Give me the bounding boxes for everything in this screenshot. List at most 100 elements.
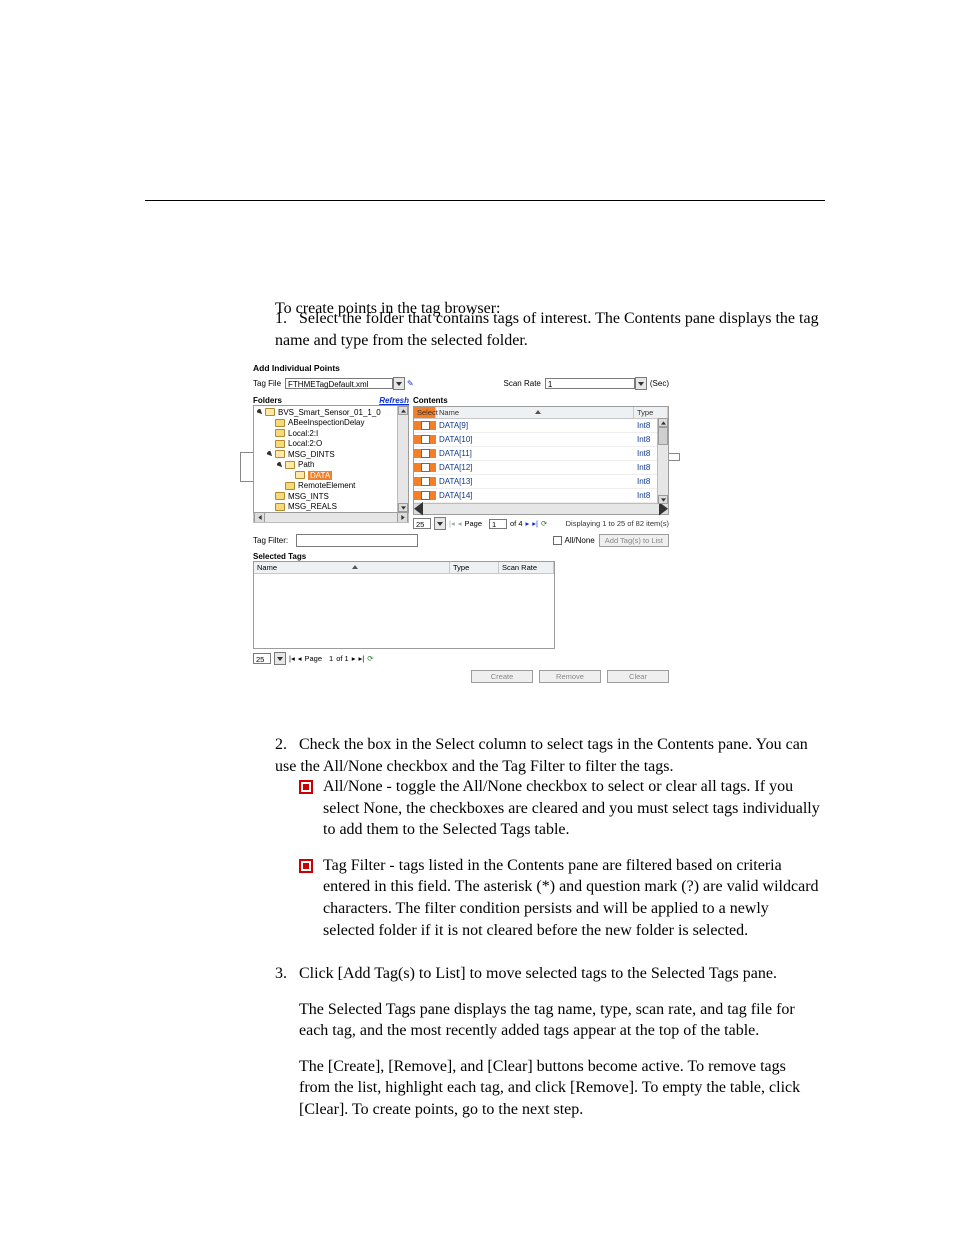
page-last-icon[interactable]: ▸| <box>358 654 364 663</box>
tree-node-label[interactable]: RemoteElement <box>298 481 355 490</box>
col-type[interactable]: Type <box>450 562 499 573</box>
dialog-title: Add Individual Points <box>253 363 669 373</box>
clear-button[interactable]: Clear <box>607 670 669 683</box>
page-first-icon[interactable]: |◂ <box>449 519 455 528</box>
folder-icon <box>275 492 285 500</box>
page-of: of 4 <box>510 519 523 528</box>
folder-icon <box>275 419 285 427</box>
add-tags-button[interactable]: Add Tag(s) to List <box>599 534 669 547</box>
expand-icon[interactable] <box>266 450 274 458</box>
allnone-checkbox[interactable] <box>553 536 562 545</box>
edit-tagfile-icon[interactable]: ✎ <box>407 379 414 388</box>
page-size-dropdown[interactable] <box>274 652 286 665</box>
grid-vscroll[interactable] <box>657 418 668 504</box>
tagfile-field[interactable]: FTHMETagDefault.xml <box>285 378 393 389</box>
table-row[interactable]: DATA[14]Int8 <box>414 489 668 503</box>
callout-left-bracket <box>240 452 254 482</box>
page-next-icon[interactable]: ▸ <box>352 654 356 663</box>
col-name[interactable]: Name <box>436 407 634 418</box>
step1-number: 1. <box>275 308 299 330</box>
table-row[interactable]: DATA[9]Int8 <box>414 419 668 433</box>
step2-text: Check the box in the Select column to se… <box>275 736 808 775</box>
scanrate-unit: (Sec) <box>650 379 669 388</box>
tree-hscroll[interactable] <box>253 513 409 523</box>
page-number-field[interactable]: 1 <box>329 654 333 663</box>
allnone-label: All/None <box>565 536 595 545</box>
bullet-icon <box>299 859 313 873</box>
tree-node-label[interactable]: MSG_DINTS <box>288 450 335 459</box>
tree-node-label[interactable]: Local:2:O <box>288 439 322 448</box>
scroll-down-icon[interactable] <box>398 503 408 512</box>
scroll-left-icon[interactable] <box>414 504 423 514</box>
col-name[interactable]: Name <box>254 562 450 573</box>
scroll-thumb[interactable] <box>658 427 668 445</box>
callout-right-bracket <box>669 453 680 461</box>
page-prev-icon[interactable]: ◂ <box>458 519 462 528</box>
folder-tree[interactable]: BVS_Smart_Sensor_01_1_0 ABeeInspectionDe… <box>253 405 409 513</box>
page-info: Displaying 1 to 25 of 82 item(s) <box>566 519 669 528</box>
grid-hscroll[interactable] <box>414 503 668 514</box>
refresh-icon[interactable]: ⟳ <box>541 519 547 528</box>
selected-tags-label: Selected Tags <box>253 552 669 561</box>
table-row[interactable]: DATA[13]Int8 <box>414 475 668 489</box>
scroll-up-icon[interactable] <box>658 418 668 427</box>
row-checkbox[interactable] <box>421 463 430 472</box>
tree-node-label[interactable]: ABeeInspectionDelay <box>288 418 365 427</box>
scanrate-field[interactable]: 1 <box>545 378 635 389</box>
col-select[interactable]: Select <box>414 407 436 418</box>
tree-node-label[interactable]: Path <box>298 460 314 469</box>
page-size-field[interactable]: 25 <box>413 518 431 529</box>
scroll-right-icon[interactable] <box>659 504 668 514</box>
refresh-icon[interactable]: ⟳ <box>367 654 373 663</box>
col-type[interactable]: Type <box>634 407 668 418</box>
scroll-right-icon[interactable] <box>397 513 408 522</box>
row-checkbox[interactable] <box>421 477 430 486</box>
tree-node-label[interactable]: MSG_INTS <box>288 492 329 501</box>
row-checkbox[interactable] <box>421 491 430 500</box>
col-scanrate[interactable]: Scan Rate <box>499 562 554 573</box>
page-number-field[interactable]: 1 <box>489 519 507 529</box>
row-checkbox[interactable] <box>421 435 430 444</box>
tagfile-dropdown[interactable] <box>393 377 405 390</box>
expand-icon[interactable] <box>256 408 264 416</box>
step3b-text: The Selected Tags pane displays the tag … <box>275 999 820 1042</box>
expand-icon[interactable] <box>276 461 284 469</box>
table-row[interactable]: DATA[11]Int8 <box>414 447 668 461</box>
table-row[interactable]: DATA[10]Int8 <box>414 433 668 447</box>
bullet-icon <box>299 780 313 794</box>
scanrate-dropdown[interactable] <box>635 377 647 390</box>
row-checkbox[interactable] <box>421 449 430 458</box>
page-size-dropdown[interactable] <box>434 517 446 530</box>
step-2-bullets: All/None - toggle the All/None checkbox … <box>275 776 820 955</box>
page-prev-icon[interactable]: ◂ <box>298 654 302 663</box>
page-size-field[interactable]: 25 <box>253 653 271 664</box>
tree-vscroll[interactable] <box>397 406 408 512</box>
page-next-icon[interactable]: ▸ <box>526 519 530 528</box>
page-first-icon[interactable]: |◂ <box>289 654 295 663</box>
table-row[interactable]: DATA[12]Int8 <box>414 461 668 475</box>
step1-text: Select the folder that contains tags of … <box>275 310 819 349</box>
scroll-up-icon[interactable] <box>398 406 408 415</box>
cell-name: DATA[12] <box>436 463 634 472</box>
page-of: of 1 <box>336 654 349 663</box>
tree-node-label[interactable]: Local:2:I <box>288 429 318 438</box>
create-button[interactable]: Create <box>471 670 533 683</box>
tagfilter-label: Tag Filter: <box>253 536 288 545</box>
folder-icon <box>275 503 285 511</box>
row-checkbox[interactable] <box>421 421 430 430</box>
cell-name: DATA[9] <box>436 421 634 430</box>
scanrate-label: Scan Rate <box>504 379 541 388</box>
tree-node-label[interactable]: MSG_REALS <box>288 502 337 511</box>
scroll-down-icon[interactable] <box>658 495 668 504</box>
cell-name: DATA[14] <box>436 491 634 500</box>
tree-node-label[interactable]: BVS_Smart_Sensor_01_1_0 <box>278 408 381 417</box>
scroll-left-icon[interactable] <box>254 513 265 522</box>
bullet-allnone: All/None - toggle the All/None checkbox … <box>323 776 820 841</box>
tagfilter-input[interactable] <box>296 534 418 547</box>
tree-node-selected[interactable]: DATA <box>308 471 332 480</box>
folder-icon <box>275 440 285 448</box>
refresh-link[interactable]: Refresh <box>379 396 409 405</box>
remove-button[interactable]: Remove <box>539 670 601 683</box>
page-last-icon[interactable]: ▸| <box>532 519 538 528</box>
step3-number: 3. <box>275 963 299 985</box>
